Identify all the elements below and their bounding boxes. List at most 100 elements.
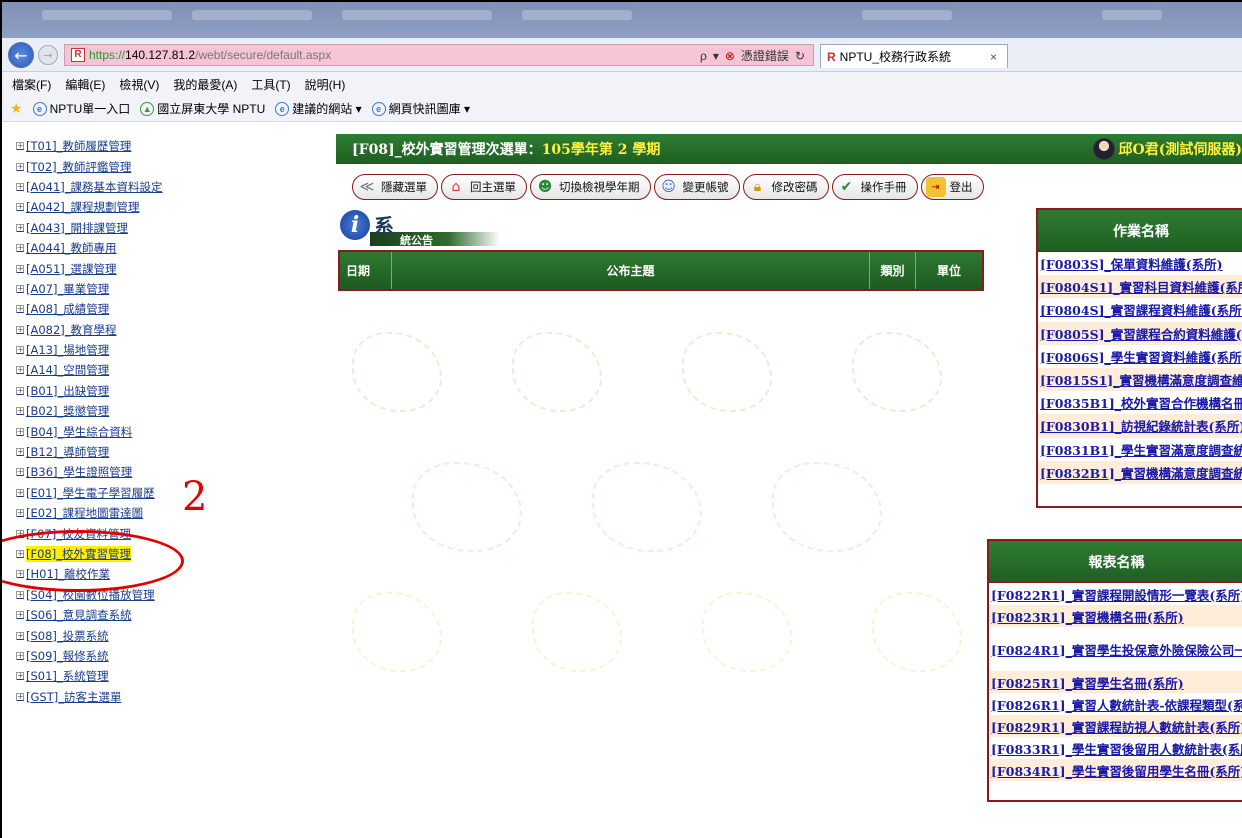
tree-item[interactable]: + [GST]_訪客主選單 (16, 687, 216, 707)
favorite-item-suggested-sites[interactable]: e 建議的網站 ▾ (275, 100, 362, 117)
browser-tab[interactable]: R NPTU_校務行政系統 × (820, 44, 1008, 68)
page-header: [F08]_校外實習管理次選單： 105學年第 2 學期 邱O君(測試伺服器) (336, 134, 1242, 164)
expand-plus-icon[interactable]: + (16, 692, 24, 701)
switch-term-button[interactable]: ☻ 切換檢視學年期 (530, 174, 651, 200)
tree-item[interactable]: + [B02]_獎懲管理 (16, 401, 216, 421)
column-date[interactable]: 日期 (340, 252, 392, 289)
expand-plus-icon[interactable]: + (16, 162, 24, 171)
tree-item[interactable]: + [S06]_意見調查系統 (16, 605, 216, 625)
expand-plus-icon[interactable]: + (16, 651, 24, 660)
column-category[interactable]: 類別 (870, 252, 916, 289)
tree-item[interactable]: + [A08]_成績管理 (16, 299, 216, 319)
expand-plus-icon[interactable]: + (16, 427, 24, 436)
expand-plus-icon[interactable]: + (16, 509, 24, 518)
task-link[interactable]: [F0804S]_實習課程資料維護(系所) (1038, 298, 1242, 321)
expand-plus-icon[interactable]: + (16, 468, 24, 477)
favorite-item-nptu-portal[interactable]: e NPTU單一入口 (32, 100, 130, 117)
report-link[interactable]: [F0825R1]_實習學生名冊(系所) (989, 671, 1242, 693)
menu-file[interactable]: 檔案(F) (12, 76, 51, 93)
favorite-item-web-slice[interactable]: e 網頁快訊圖庫 ▾ (371, 100, 470, 117)
task-link[interactable]: [F0804S1]_實習科目資料維護(系所) (1038, 275, 1242, 299)
expand-plus-icon[interactable]: + (16, 611, 24, 620)
favorites-star-icon[interactable]: ★ (10, 100, 23, 117)
expand-plus-icon[interactable]: + (16, 590, 24, 599)
tree-item[interactable]: + [A082]_教育學程 (16, 320, 216, 340)
announcement-title: i 系 統公告 (340, 208, 500, 247)
report-link[interactable]: [F0823R1]_實習機構名冊(系所) (989, 605, 1242, 627)
tree-item[interactable]: + [T02]_教師評鑑管理 (16, 156, 216, 176)
tree-item[interactable]: + [B01]_出缺管理 (16, 381, 216, 401)
menu-tools[interactable]: 工具(T) (251, 76, 290, 93)
report-link[interactable]: [F0833R1]_學生實習後留用人數統計表(系所) (989, 737, 1242, 759)
search-dropdown-icon[interactable]: ▾ (713, 49, 719, 63)
refresh-icon[interactable]: ↻ (795, 49, 805, 63)
tree-item[interactable]: + [A07]_畢業管理 (16, 279, 216, 299)
expand-plus-icon[interactable]: + (16, 305, 24, 314)
forward-button[interactable]: → (38, 45, 58, 65)
certificate-error-icon[interactable]: ⊗ (725, 49, 735, 63)
column-unit[interactable]: 單位 (916, 252, 982, 289)
certificate-error-label[interactable]: 憑證錯誤 (741, 47, 789, 64)
favorite-label: 國立屏東大學 NPTU (157, 102, 266, 116)
tree-item[interactable]: + [S01]_系統管理 (16, 666, 216, 686)
menu-view[interactable]: 檢視(V) (119, 76, 159, 93)
expand-plus-icon[interactable]: + (16, 448, 24, 457)
expand-plus-icon[interactable]: + (16, 366, 24, 375)
back-button[interactable]: ← (8, 42, 34, 68)
address-bar[interactable]: R https:// 140.127.81.2 /webt/secure/def… (64, 44, 814, 66)
tree-item[interactable]: + [S09]_報修系統 (16, 646, 216, 666)
expand-plus-icon[interactable]: + (16, 386, 24, 395)
expand-plus-icon[interactable]: + (16, 672, 24, 681)
task-link[interactable]: [F0831B1]_學生實習滿意度調查統計 (1038, 438, 1242, 461)
column-subject[interactable]: 公布主題 (392, 252, 870, 289)
main-menu-button[interactable]: ⌂ 回主選單 (441, 174, 527, 200)
task-link[interactable]: [F0832B1]_實習機構滿意度調查統計 (1038, 460, 1242, 484)
logout-button[interactable]: ⇥ 登出 (920, 174, 984, 200)
task-link[interactable]: [F0835B1]_校外實習合作機構名冊( (1038, 391, 1242, 414)
expand-plus-icon[interactable]: + (16, 264, 24, 273)
tree-item[interactable]: + [T01]_教師履歷管理 (16, 136, 216, 156)
search-icon[interactable]: ρ (700, 49, 707, 63)
tree-item[interactable]: + [A13]_場地管理 (16, 340, 216, 360)
tree-item[interactable]: + [S08]_投票系統 (16, 625, 216, 645)
tab-close-icon[interactable]: × (990, 50, 997, 64)
menu-help[interactable]: 說明(H) (305, 76, 346, 93)
expand-plus-icon[interactable]: + (16, 142, 24, 151)
task-link[interactable]: [F0805S]_實習課程合約資料維護(系 (1038, 321, 1242, 345)
expand-plus-icon[interactable]: + (16, 407, 24, 416)
task-link[interactable]: [F0803S]_保單資料維護(系所) (1038, 252, 1242, 275)
tree-item[interactable]: + [A051]_選課管理 (16, 258, 216, 278)
expand-plus-icon[interactable]: + (16, 488, 24, 497)
manual-button[interactable]: ✔ 操作手冊 (831, 174, 918, 200)
task-link[interactable]: [F0815S1]_實習機構滿意度調查維護 (1038, 367, 1242, 392)
expand-plus-icon[interactable]: + (16, 182, 24, 191)
expand-plus-icon[interactable]: + (16, 346, 24, 355)
task-link[interactable]: [F0806S]_學生實習資料維護(系所) (1038, 345, 1242, 368)
expand-plus-icon[interactable]: + (16, 244, 24, 253)
tree-item[interactable]: + [A042]_課程規劃管理 (16, 197, 216, 217)
expand-plus-icon[interactable]: + (16, 631, 24, 640)
expand-plus-icon[interactable]: + (16, 325, 24, 334)
tree-item[interactable]: + [A044]_教師專用 (16, 238, 216, 258)
report-link[interactable]: [F0826R1]_實習人數統計表-依課程類型(系所) (989, 693, 1242, 715)
report-link[interactable]: [F0829R1]_實習課程訪視人數統計表(系所) (989, 715, 1242, 737)
menu-favorites[interactable]: 我的最愛(A) (173, 76, 237, 93)
home-icon: ⌂ (451, 179, 461, 195)
tree-item[interactable]: + [A041]_課務基本資料設定 (16, 177, 216, 197)
menu-edit[interactable]: 編輯(E) (65, 76, 105, 93)
expand-plus-icon[interactable]: + (16, 203, 24, 212)
tree-item[interactable]: + [B04]_學生綜合資料 (16, 421, 216, 441)
expand-plus-icon[interactable]: + (16, 284, 24, 293)
task-link[interactable]: [F0830B1]_訪視紀錄統計表(系所) (1038, 414, 1242, 438)
expand-plus-icon[interactable]: + (16, 223, 24, 232)
report-link[interactable]: [F0834R1]_學生實習後留用學生名冊(系所) (989, 759, 1242, 781)
report-link[interactable]: [F0824R1]_實習學生投保意外險保險公司一覽 (989, 627, 1242, 671)
report-link[interactable]: [F0822R1]_實習課程開設情形一覽表(系所) (989, 583, 1242, 605)
tree-item[interactable]: + [A14]_空間管理 (16, 360, 216, 380)
hide-menu-button[interactable]: ≪ 隱藏選單 (352, 174, 438, 200)
change-account-button[interactable]: ☺ 變更帳號 (653, 174, 740, 200)
change-password-button[interactable]: 🔒︎ 修改密碼 (742, 174, 829, 200)
tree-item[interactable]: + [B12]_導師管理 (16, 442, 216, 462)
favorite-item-nptu[interactable]: ▲ 國立屏東大學 NPTU (140, 100, 265, 117)
tree-item[interactable]: + [A043]_開排課管理 (16, 218, 216, 238)
